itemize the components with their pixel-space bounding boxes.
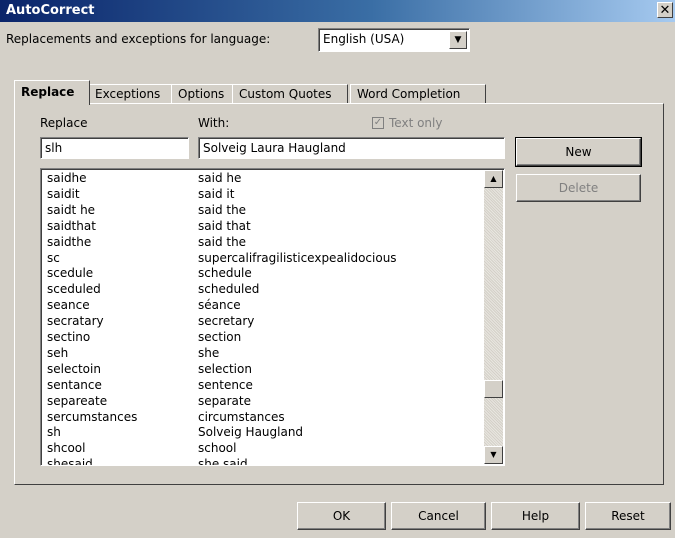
replace-text: seance [47,298,90,313]
replace-text: sh [47,425,61,440]
with-text: section [198,330,242,344]
replace-text: saidhe [47,171,87,185]
with-text: séance [198,298,241,313]
reset-button[interactable]: Reset [585,502,671,530]
with-text: scheduled [198,282,260,297]
replace-text: selectoin [47,361,101,376]
with-text: supercalifragilisticexpealidocious [198,250,397,265]
tab-custom-quotes[interactable]: Custom Quotes [232,84,348,104]
language-label: Replacements and exceptions for language… [6,32,271,46]
tab-options[interactable]: Options [171,84,234,104]
with-text: she [198,345,220,360]
replace-text: saidthat [47,218,96,233]
autocorrect-entries-list[interactable]: shesaid she said shcool school sh Solveig Hau… [40,168,505,466]
language-value: English (USA) [323,32,405,46]
replace-text: sc [47,250,60,265]
new-button[interactable]: New [515,137,642,167]
with-text: separate [198,393,251,408]
scroll-up-icon[interactable]: ▲ [484,170,503,188]
with-text: Solveig Haugland [198,425,304,440]
with-text: said he [198,171,242,185]
close-button[interactable]: ✕ [657,2,673,18]
with-text: school [198,441,237,456]
with-text: she said [198,457,248,466]
with-text: said the [198,234,247,249]
dropdown-arrow-icon[interactable]: ▼ [449,31,467,49]
tab-replace[interactable]: Replace [14,80,90,105]
window-title: AutoCorrect [6,3,95,18]
replace-input[interactable]: slh [40,137,189,159]
language-select[interactable]: English (USA) ▼ [318,28,470,52]
scroll-down-icon[interactable]: ▼ [484,446,503,464]
title-bar: AutoCorrect ✕ [0,0,675,22]
with-text: said that [198,218,251,233]
replace-text: scedule [47,266,94,281]
with-label: With: [198,116,230,130]
with-text: circumstances [198,409,285,424]
replace-text: sercumstances [47,409,138,424]
replace-text: shcool [47,441,86,456]
replace-text: separeate [47,393,108,408]
replace-text: saidthe [47,234,92,249]
delete-button[interactable]: Delete [516,174,641,202]
with-text: sentence [198,377,253,392]
replace-label: Replace [40,116,88,130]
vertical-scrollbar[interactable]: ▲ ▼ [484,170,503,464]
replace-text: sceduled [47,282,101,297]
tab-word-completion[interactable]: Word Completion [350,84,486,104]
replace-text: sectino [47,330,91,344]
close-icon: ✕ [659,3,671,18]
replace-text: sentance [47,377,102,392]
scroll-thumb[interactable] [484,380,503,398]
replace-text: shesaid [47,457,93,466]
text-only-label: Text only [389,116,443,130]
replace-text: saidit [47,186,80,201]
cancel-button[interactable]: Cancel [391,502,486,530]
with-text: secretary [198,314,255,329]
with-input[interactable]: Solveig Laura Haugland [198,137,505,159]
text-only-checkbox[interactable]: ✓ [372,117,384,129]
help-button[interactable]: Help [491,502,580,530]
replace-text: seh [47,345,69,360]
with-text: said it [198,186,235,201]
tab-exceptions[interactable]: Exceptions [88,84,173,104]
with-text: said the [198,202,247,217]
replace-text: secratary [47,314,104,329]
with-text: selection [198,361,252,376]
with-text: schedule [198,266,252,281]
ok-button[interactable]: OK [297,502,386,530]
checkmark-icon: ✓ [373,117,383,128]
replace-text: saidt he [47,202,96,217]
